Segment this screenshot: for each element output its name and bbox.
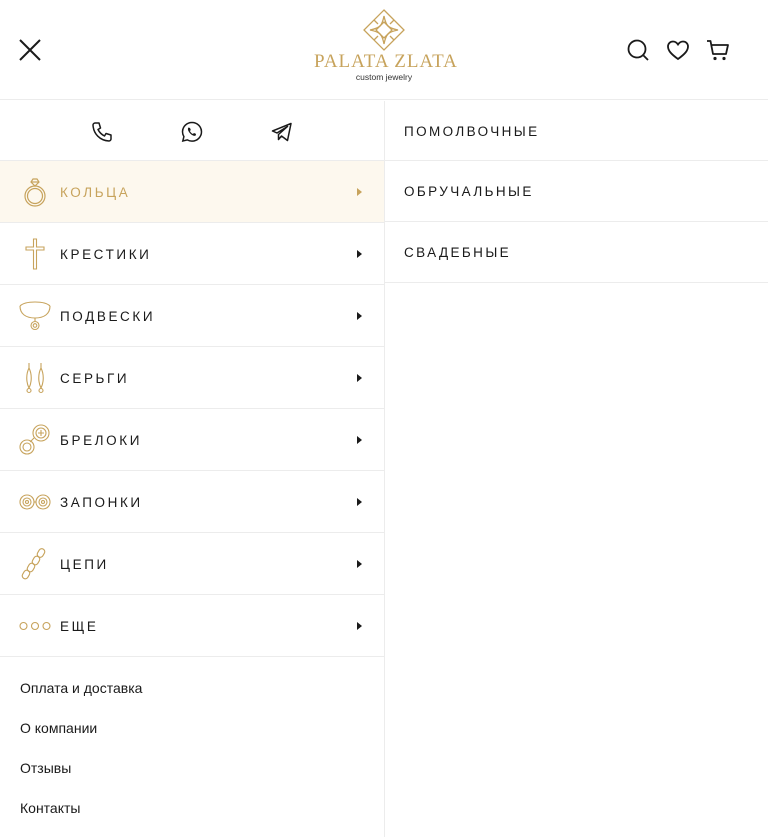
category-item-earrings[interactable]: Серьги bbox=[0, 347, 384, 409]
subcategory-label: Помолвочные bbox=[404, 124, 540, 139]
category-label: Еще bbox=[60, 619, 99, 634]
link-payment-delivery[interactable]: Оплата и доставка bbox=[0, 670, 384, 710]
subcategory-item-engagement[interactable]: Помолвочные bbox=[385, 101, 768, 161]
brand-logo[interactable]: PALATA ZLATA custom jewelry bbox=[314, 8, 458, 94]
category-item-keychains[interactable]: Брелоки bbox=[0, 409, 384, 471]
earrings-icon bbox=[26, 363, 44, 394]
category-label: Серьги bbox=[60, 371, 130, 386]
link-about[interactable]: О компании bbox=[0, 710, 384, 750]
link-reviews[interactable]: Отзывы bbox=[0, 750, 384, 790]
site-header: PALATA ZLATA custom jewelry bbox=[0, 0, 768, 100]
phone-icon[interactable] bbox=[90, 120, 114, 144]
contacts-bar bbox=[0, 101, 384, 161]
menu-right-panel: Помолвочные Обручальные Свадебные bbox=[385, 101, 768, 837]
telegram-icon[interactable] bbox=[270, 120, 294, 144]
caret-right-icon bbox=[357, 374, 362, 382]
caret-right-icon bbox=[357, 312, 362, 320]
pendant-icon bbox=[19, 301, 51, 331]
category-label: Крестики bbox=[60, 247, 152, 262]
info-links: Оплата и доставка О компании Отзывы Конт… bbox=[0, 657, 384, 830]
category-label: Подвески bbox=[60, 309, 156, 324]
subcategory-item-wedding-bands[interactable]: Обручальные bbox=[385, 161, 768, 222]
link-contacts[interactable]: Контакты bbox=[0, 790, 384, 830]
caret-right-icon bbox=[357, 436, 362, 444]
category-label: Запонки bbox=[60, 495, 143, 510]
keychain-icon bbox=[19, 424, 50, 455]
category-item-pendants[interactable]: Подвески bbox=[0, 285, 384, 347]
caret-right-icon bbox=[357, 188, 362, 196]
category-item-chains[interactable]: Цепи bbox=[0, 533, 384, 595]
category-item-cufflinks[interactable]: Запонки bbox=[0, 471, 384, 533]
subcategory-label: Свадебные bbox=[404, 245, 512, 260]
menu-left-panel: Кольца Крестики Подвески bbox=[0, 101, 385, 837]
cufflinks-icon bbox=[19, 494, 51, 510]
chain-icon bbox=[21, 548, 46, 580]
category-item-rings[interactable]: Кольца bbox=[0, 161, 384, 223]
caret-right-icon bbox=[357, 560, 362, 568]
category-label: Кольца bbox=[60, 185, 131, 200]
heart-icon[interactable] bbox=[665, 37, 691, 63]
ring-icon bbox=[24, 178, 46, 207]
cross-icon bbox=[25, 238, 45, 270]
brand-subtitle: custom jewelry bbox=[355, 72, 413, 82]
diamond-star-logo-icon bbox=[363, 9, 405, 51]
category-item-more[interactable]: Еще bbox=[0, 595, 384, 657]
caret-right-icon bbox=[357, 250, 362, 258]
whatsapp-icon[interactable] bbox=[180, 120, 204, 144]
caret-right-icon bbox=[357, 498, 362, 506]
category-label: Цепи bbox=[60, 557, 109, 572]
more-dots-icon bbox=[19, 621, 51, 631]
close-icon[interactable] bbox=[18, 38, 42, 62]
subcategory-label: Обручальные bbox=[404, 184, 534, 199]
search-icon[interactable] bbox=[625, 37, 651, 63]
subcategory-item-wedding[interactable]: Свадебные bbox=[385, 222, 768, 283]
category-item-crosses[interactable]: Крестики bbox=[0, 223, 384, 285]
caret-right-icon bbox=[357, 622, 362, 630]
category-label: Брелоки bbox=[60, 433, 142, 448]
cart-icon[interactable] bbox=[705, 37, 731, 63]
brand-name: PALATA ZLATA bbox=[314, 51, 458, 72]
